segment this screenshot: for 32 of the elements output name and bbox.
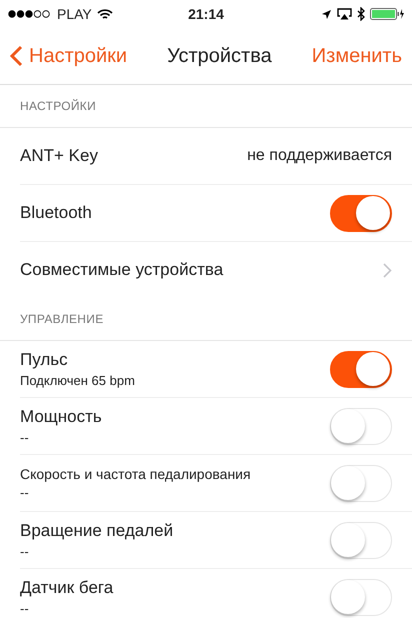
back-button[interactable]: Настройки (10, 44, 128, 68)
airplay-icon (337, 8, 352, 20)
wifi-icon (96, 8, 113, 20)
chevron-right-icon (383, 262, 392, 278)
row-label: Bluetooth (20, 203, 92, 223)
row-label: Совместимые устройства (20, 260, 224, 280)
row-label: Датчик бега (20, 578, 114, 598)
row-subtitle: Подключен 65 bpm (20, 373, 135, 388)
row-label: Вращение педалей (20, 521, 174, 541)
row-label: Скорость и частота педалирования (20, 466, 251, 482)
row-subtitle: -- (20, 430, 30, 445)
signal-icon (8, 10, 52, 18)
battery-icon (370, 8, 404, 20)
chevron-left-icon (10, 45, 23, 67)
page-title: Устройства (167, 44, 272, 68)
row-label: ANT+ Key (20, 146, 98, 166)
row-subtitle: -- (20, 544, 30, 559)
toggle-switch[interactable] (330, 194, 392, 232)
section-header: НАСТРОЙКИ (20, 99, 96, 113)
row-label: Пульс (20, 350, 69, 370)
list-item[interactable]: Совместимые устройства (20, 242, 412, 298)
bluetooth-icon (357, 7, 365, 21)
row-value: не поддерживается (247, 147, 392, 165)
row-subtitle: -- (20, 485, 30, 500)
clock-time: 21:14 (188, 6, 224, 22)
toggle-switch[interactable] (330, 350, 392, 388)
carrier-name: PLAY (57, 6, 92, 22)
location-icon (321, 8, 332, 20)
section-header: УПРАВЛЕНИЕ (20, 312, 104, 326)
edit-button[interactable]: Изменить (312, 44, 402, 68)
row-subtitle: -- (20, 601, 30, 616)
row-label: Мощность (20, 407, 102, 427)
